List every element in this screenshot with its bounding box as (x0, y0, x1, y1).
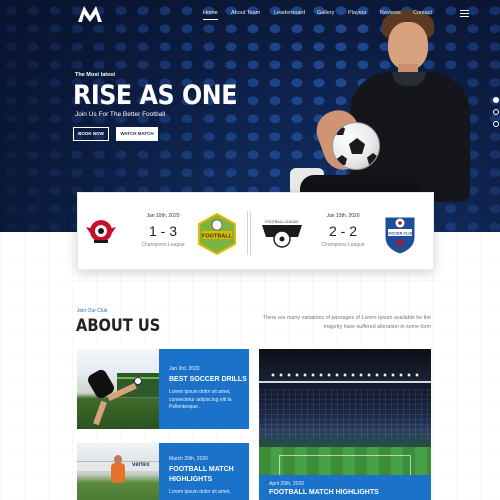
nav-about-team[interactable]: About Team (231, 10, 260, 19)
nav-players[interactable]: Players (348, 10, 366, 19)
hero-subtitle: Join Us For The Better Football (75, 111, 166, 118)
watch-match-button[interactable]: WATCH MATCH (116, 127, 158, 141)
hero-title: RISE AS ONE (73, 80, 238, 111)
hero-eyebrow: The Most latest (75, 72, 116, 78)
match-result-2[interactable]: FOOTBALL LEAGUE Jan 10th, 2020 2 - 2 Cha… (258, 193, 428, 271)
crest-text: FOOTBALL (202, 234, 233, 240)
slider-dot-2[interactable] (493, 109, 499, 115)
card-best-soccer-drills[interactable]: Jan 3rd, 2020 BEST SOCCER DRILLS Lorem i… (159, 349, 249, 429)
card-match-highlights-2[interactable]: April 20th, 2020 FOOTBALL MATCH HIGHLIGH… (259, 475, 431, 500)
book-now-button[interactable]: BOOK NOW (73, 127, 109, 141)
card-title[interactable]: FOOTBALL MATCH HIGHLIGHTS (269, 488, 429, 498)
card-title[interactable]: FOOTBALL MATCH HIGHLIGHTS (169, 465, 249, 485)
soccer-ball-image (332, 122, 380, 170)
slider-pagination (493, 97, 500, 133)
slider-dot-1[interactable] (493, 97, 499, 103)
match-results-card: Jan 10th, 2020 1 - 3 Champions League FO… (77, 192, 434, 270)
nav-contact[interactable]: Contact (413, 10, 432, 19)
nav-home[interactable]: Home (203, 10, 218, 20)
crest-text: SOCCER CLUB (386, 232, 414, 236)
page: Home About Team Leaderboard Gallery Play… (0, 0, 500, 500)
card-photo-drills[interactable] (77, 349, 159, 429)
card-title[interactable]: BEST SOCCER DRILLS (169, 375, 249, 385)
match-divider (247, 211, 251, 255)
nav-leaderboard[interactable]: Leaderboard (274, 10, 305, 19)
site-logo[interactable] (77, 5, 103, 23)
about-eyebrow: Join Our Club (77, 308, 108, 314)
nav-reviews[interactable]: Reviews (380, 10, 401, 19)
card-date: Jan 3rd, 2020 (169, 366, 200, 372)
slider-dot-3[interactable] (493, 121, 499, 127)
card-description: Lorem ipsum dolor sit amet, consectetur … (169, 389, 232, 410)
card-photo-match[interactable]: vertex (77, 443, 159, 500)
photo-board-text: vertex (132, 462, 150, 468)
card-description: Lorem ipsum dolor sit amet, (169, 489, 231, 495)
team-crest-football-icon: FOOTBALL (198, 213, 236, 255)
card-date: March 20th, 2020 (169, 456, 208, 462)
nav-gallery[interactable]: Gallery (317, 10, 334, 19)
match-result-1[interactable]: Jan 10th, 2020 1 - 3 Champions League FO… (78, 193, 248, 271)
about-title: ABOUT US (76, 316, 161, 336)
about-description: There are many variations of passages of… (262, 315, 431, 330)
hamburger-menu-icon[interactable] (460, 10, 469, 17)
card-date: April 20th, 2020 (269, 481, 305, 487)
team-crest-soccer-club-icon: SOCCER CLUB (384, 216, 416, 255)
card-match-highlights-1[interactable]: March 20th, 2020 FOOTBALL MATCH HIGHLIGH… (159, 443, 249, 500)
